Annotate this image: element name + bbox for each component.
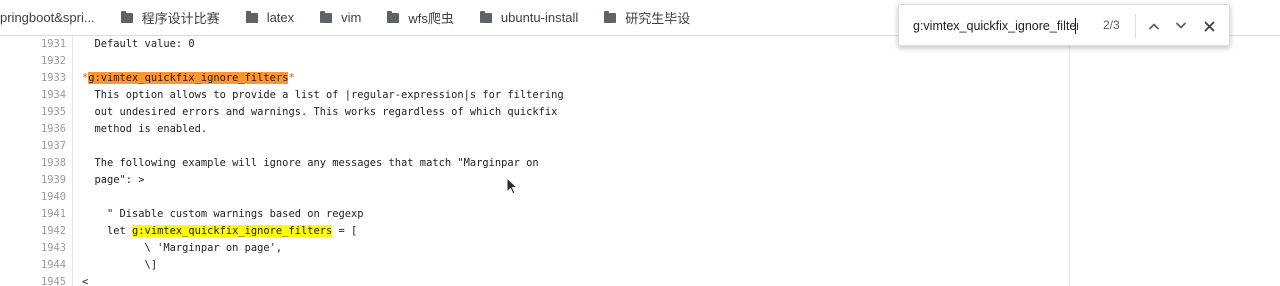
bookmark-label: pringboot&spri...: [0, 10, 95, 25]
line-number: 1934: [40, 89, 66, 101]
line-number: 1932: [40, 55, 66, 67]
line-number: 1940: [40, 191, 66, 203]
search-match: g:vimtex_quickfix_ignore_filters: [132, 225, 333, 237]
source-line: 1936 method is enabled.: [0, 121, 1060, 138]
line-text-prefix: let: [82, 225, 133, 237]
line-text: out undesired errors and warnings. This …: [82, 106, 558, 118]
line-text: Default value: 0: [82, 38, 195, 50]
folder-icon: [387, 10, 400, 23]
line-number: 1937: [40, 140, 66, 152]
bookmark-label: latex: [266, 10, 295, 25]
chevron-up-icon: [1149, 23, 1159, 30]
line-number: 1944: [40, 259, 66, 271]
line-number: 1936: [40, 123, 66, 135]
bookmark-folder-programming-contest[interactable]: 程序设计比赛: [115, 4, 226, 32]
folder-icon: [479, 10, 492, 23]
line-number: 1941: [40, 208, 66, 220]
source-line: 1933 *g:vimtex_quickfix_ignore_filters*: [0, 70, 1060, 87]
bookmark-folder-latex[interactable]: latex: [240, 4, 300, 32]
chevron-down-icon: [1176, 22, 1186, 29]
line-text: The following example will ignore any me…: [82, 157, 539, 169]
source-line: 1940: [0, 189, 1060, 206]
bookmark-folder-vim[interactable]: vim: [314, 4, 367, 32]
view-divider: [1069, 36, 1070, 286]
line-text: <: [82, 276, 89, 286]
find-input[interactable]: [913, 17, 1078, 35]
source-line: 1938 The following example will ignore a…: [0, 155, 1060, 172]
line-text: let g:vimtex_quickfix_ignore_filters = [: [82, 223, 357, 240]
previous-match-button[interactable]: [1144, 16, 1164, 36]
bookmark-folder-wfs-crawler[interactable]: wfs爬虫: [381, 4, 460, 32]
line-number: 1942: [40, 225, 66, 237]
source-line: 1943 \ 'Marginpar on page',: [0, 240, 1060, 257]
bookmark-folder-graduate-thesis[interactable]: 研究生毕设: [598, 4, 696, 32]
bookmark-label: 研究生毕设: [625, 11, 691, 26]
source-line: 1944 \]: [0, 257, 1060, 274]
folder-icon: [320, 10, 333, 23]
find-divider: [1135, 14, 1136, 38]
line-text: *g:vimtex_quickfix_ignore_filters*: [82, 70, 295, 87]
source-line: 1942 let g:vimtex_quickfix_ignore_filter…: [0, 223, 1060, 240]
match-count: 2/3: [1103, 18, 1120, 32]
line-text: \ 'Marginpar on page',: [82, 242, 283, 254]
source-line: 1934 This option allows to provide a lis…: [0, 87, 1060, 104]
source-line: 1945 <: [0, 274, 1060, 286]
bookmark-springboot[interactable]: pringboot&spri...: [0, 4, 101, 32]
source-line: 1939 page": >: [0, 172, 1060, 189]
mouse-pointer-icon: [506, 177, 518, 195]
bookmark-label: wfs爬虫: [408, 11, 454, 26]
folder-icon: [604, 10, 617, 23]
line-text: This option allows to provide a list of …: [82, 89, 564, 101]
line-text: " Disable custom warnings based on regex…: [82, 208, 364, 220]
line-text-suffix: *: [288, 72, 295, 84]
line-text-suffix: = [: [332, 225, 358, 237]
source-line: 1935 out undesired errors and warnings. …: [0, 104, 1060, 121]
source-line: 1941 " Disable custom warnings based on …: [0, 206, 1060, 223]
bookmark-label: ubuntu-install: [500, 10, 579, 25]
source-view[interactable]: 1931 Default value: 0 1932 1933 *g:vimte…: [0, 36, 1280, 286]
bookmark-folder-ubuntu-install[interactable]: ubuntu-install: [474, 4, 584, 32]
bookmark-label: vim: [341, 10, 362, 25]
next-match-button[interactable]: [1171, 16, 1191, 36]
line-text: method is enabled.: [82, 123, 208, 135]
line-number: 1938: [40, 157, 66, 169]
find-bar: 2/3: [898, 4, 1230, 46]
folder-icon: [120, 10, 133, 23]
bookmark-label: 程序设计比赛: [141, 11, 220, 26]
active-search-match: g:vimtex_quickfix_ignore_filters: [88, 72, 289, 84]
folder-icon: [245, 10, 258, 23]
close-find-button[interactable]: [1199, 16, 1219, 36]
line-text: page": >: [82, 174, 145, 186]
line-number: 1939: [40, 174, 66, 186]
line-number: 1931: [40, 38, 66, 50]
text-caret: [1075, 18, 1076, 34]
source-line: 1932: [0, 53, 1060, 70]
line-number: 1933: [40, 72, 66, 84]
source-line: 1937: [0, 138, 1060, 155]
line-text: \]: [82, 259, 158, 271]
close-icon: [1204, 21, 1214, 31]
line-number: 1935: [40, 106, 66, 118]
line-number: 1943: [40, 242, 66, 254]
line-number: 1945: [40, 276, 66, 286]
